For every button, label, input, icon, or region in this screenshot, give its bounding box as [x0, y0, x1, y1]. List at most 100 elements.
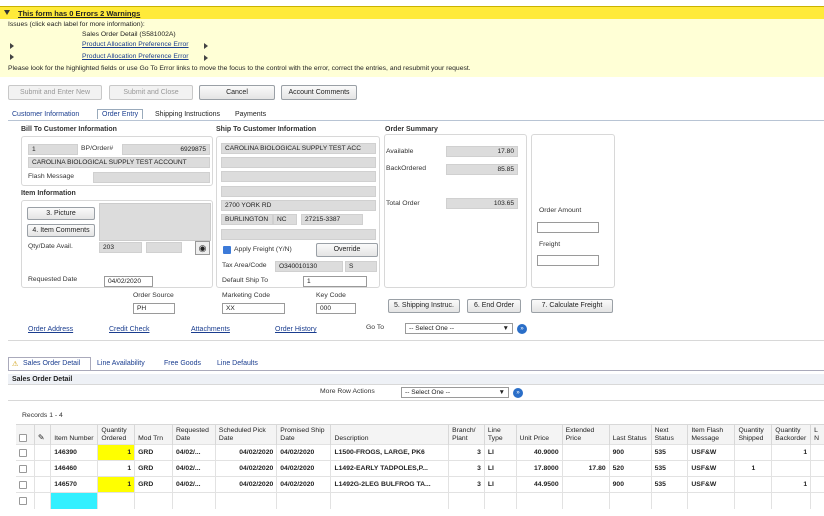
promised-ship-date-cell[interactable] — [276, 492, 331, 509]
branch-plant-cell[interactable]: 3 — [448, 476, 485, 493]
description-cell[interactable]: L1492-EARLY TADPOLES,P... — [330, 460, 449, 477]
scheduled-pick-date-cell[interactable]: 04/02/2020 — [214, 444, 277, 461]
expand-icon[interactable] — [10, 54, 14, 60]
issue-link-1[interactable]: Product Allocation Preference Error — [82, 41, 189, 48]
key-code-input[interactable]: 000 — [316, 303, 356, 314]
shipping-instructions-button[interactable]: 5. Shipping Instruc. — [388, 299, 460, 313]
item-comments-button[interactable]: 4. Item Comments — [27, 224, 95, 237]
line-type-cell[interactable]: LI — [483, 460, 517, 477]
branch-plant-cell[interactable]: 3 — [448, 460, 485, 477]
credit-check-link[interactable]: Credit Check — [109, 326, 149, 333]
unit-price-cell[interactable]: 44.9500 — [515, 476, 563, 493]
requested-date-cell[interactable]: 04/02/... — [171, 444, 216, 461]
unit-price-cell[interactable]: 17.8000 — [515, 460, 563, 477]
promised-ship-date-cell[interactable]: 04/02/2020 — [276, 460, 331, 477]
col-item-number[interactable]: Item Number — [50, 424, 98, 445]
col-quantity-backorder[interactable]: Quantity Backorder — [771, 424, 811, 445]
description-cell[interactable]: L1500-FROGS, LARGE, PK6 — [330, 444, 449, 461]
order-history-link[interactable]: Order History — [275, 326, 317, 333]
order-source-input[interactable]: PH — [133, 303, 175, 314]
col-next-status[interactable]: Next Status — [650, 424, 688, 445]
promised-ship-date-cell[interactable]: 04/02/2020 — [276, 444, 331, 461]
tab-sales-order-detail[interactable]: ⚠ Sales Order Detail — [8, 357, 91, 370]
tab-line-defaults[interactable]: Line Defaults — [217, 360, 258, 367]
row-select-cell[interactable] — [16, 492, 35, 509]
col-line-number[interactable]: L N — [810, 424, 824, 445]
item-number-cell[interactable]: 146460 — [50, 460, 98, 477]
scheduled-pick-date-cell[interactable] — [214, 492, 277, 509]
col-quantity-shipped[interactable]: Quantity Shipped — [734, 424, 772, 445]
quantity-ordered-cell[interactable]: 1 — [97, 444, 135, 461]
table-row[interactable]: 146570 1 GRD 04/02/... 04/02/2020 04/02/… — [16, 476, 824, 493]
tab-shipping-instructions[interactable]: Shipping Instructions — [155, 111, 220, 118]
description-cell[interactable] — [330, 492, 449, 509]
apply-freight-checkbox[interactable] — [223, 246, 231, 254]
submit-and-close-button[interactable]: Submit and Close — [109, 85, 193, 100]
extended-price-cell[interactable] — [561, 444, 610, 461]
item-number-cell[interactable]: 146570 — [50, 476, 98, 493]
tab-payments[interactable]: Payments — [235, 111, 266, 118]
row-checkbox[interactable] — [19, 448, 27, 457]
goto-select[interactable]: -- Select One -- ▼ — [405, 323, 513, 334]
scheduled-pick-date-cell[interactable]: 04/02/2020 — [214, 476, 277, 493]
row-select-cell[interactable] — [16, 476, 35, 493]
goto-error-icon[interactable] — [204, 55, 208, 61]
col-last-status[interactable]: Last Status — [608, 424, 652, 445]
calculate-freight-button[interactable]: 7. Calculate Freight — [531, 299, 613, 313]
row-select-cell[interactable] — [16, 460, 35, 477]
picture-button[interactable]: 3. Picture — [27, 207, 95, 220]
scheduled-pick-date-cell[interactable]: 04/02/2020 — [214, 460, 277, 477]
table-row-new[interactable] — [16, 492, 824, 509]
mod-trn-cell[interactable]: GRD — [134, 444, 173, 461]
line-type-cell[interactable] — [483, 492, 517, 509]
col-description[interactable]: Description — [330, 424, 449, 445]
tab-order-entry[interactable]: Order Entry — [97, 109, 144, 119]
issue-link-2[interactable]: Product Allocation Preference Error — [82, 53, 189, 60]
col-extended-price[interactable]: Extended Price — [561, 424, 610, 445]
col-scheduled-pick-date[interactable]: Scheduled Pick Date — [214, 424, 277, 445]
col-unit-price[interactable]: Unit Price — [515, 424, 563, 445]
col-mod-trn[interactable]: Mod Trn — [134, 424, 173, 445]
override-button[interactable]: Override — [316, 243, 378, 257]
extended-price-cell[interactable] — [561, 492, 610, 509]
row-select-cell[interactable] — [16, 444, 35, 461]
mod-trn-cell[interactable]: GRD — [134, 476, 173, 493]
line-type-cell[interactable]: LI — [483, 476, 517, 493]
attachments-link[interactable]: Attachments — [191, 326, 230, 333]
description-cell[interactable]: L1492G-2LEG BULFROG TA... — [330, 476, 449, 493]
branch-plant-cell[interactable] — [448, 492, 485, 509]
mod-trn-cell[interactable]: GRD — [134, 460, 173, 477]
promised-ship-date-cell[interactable]: 04/02/2020 — [276, 476, 331, 493]
extended-price-cell[interactable]: 17.80 — [561, 460, 610, 477]
tab-free-goods[interactable]: Free Goods — [164, 360, 201, 367]
row-checkbox[interactable] — [19, 464, 27, 473]
row-actions-select[interactable]: -- Select One -- ▼ — [401, 387, 509, 398]
order-address-link[interactable]: Order Address — [28, 326, 73, 333]
cancel-button[interactable]: Cancel — [199, 85, 275, 100]
warning-title[interactable]: This form has 0 Errors 2 Warnings — [18, 9, 140, 18]
requested-date-cell[interactable] — [171, 492, 216, 509]
row-actions-go-icon[interactable]: » — [513, 388, 523, 398]
select-all-checkbox[interactable] — [19, 434, 27, 443]
expand-icon[interactable] — [10, 43, 14, 49]
warning-banner[interactable]: This form has 0 Errors 2 Warnings — [0, 6, 824, 19]
collapse-triangle-icon[interactable] — [4, 10, 10, 15]
submit-and-enter-new-button[interactable]: Submit and Enter New — [8, 85, 102, 100]
tab-line-availability[interactable]: Line Availability — [97, 360, 145, 367]
unit-price-cell[interactable] — [515, 492, 563, 509]
marketing-code-input[interactable]: XX — [222, 303, 285, 314]
table-row[interactable]: 146460 1 GRD 04/02/... 04/02/2020 04/02/… — [16, 460, 824, 477]
mod-trn-cell[interactable] — [134, 492, 173, 509]
row-checkbox[interactable] — [19, 480, 27, 489]
table-row[interactable]: 146390 1 GRD 04/02/... 04/02/2020 04/02/… — [16, 444, 824, 461]
col-quantity-ordered[interactable]: Quantity Ordered — [97, 424, 135, 445]
goto-error-icon[interactable] — [204, 43, 208, 49]
col-line-type[interactable]: Line Type — [483, 424, 517, 445]
branch-plant-cell[interactable]: 3 — [448, 444, 485, 461]
item-number-cell[interactable] — [50, 492, 98, 509]
col-promised-ship-date[interactable]: Promised Ship Date — [276, 424, 331, 445]
unit-price-cell[interactable]: 40.9000 — [515, 444, 563, 461]
requested-date-cell[interactable]: 04/02/... — [171, 460, 216, 477]
select-all-cell[interactable] — [16, 425, 34, 445]
row-checkbox[interactable] — [19, 496, 27, 505]
